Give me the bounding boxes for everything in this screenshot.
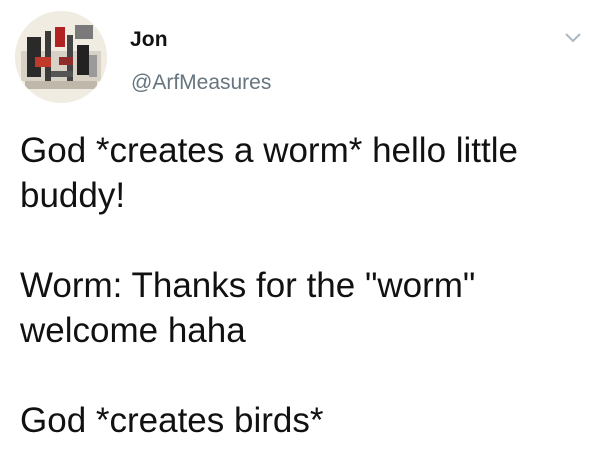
tweet-paragraph: God *creates a worm* hello little buddy!: [20, 131, 518, 215]
avatar-photo-icon: [15, 11, 107, 103]
tweet-menu-button[interactable]: [562, 28, 584, 46]
tweet-text: God *creates a worm* hello little buddy!…: [20, 128, 580, 443]
tweet-paragraph: Worm: Thanks for the "worm" welcome haha: [20, 266, 476, 350]
author-display-name[interactable]: Jon: [130, 28, 168, 52]
avatar[interactable]: [15, 11, 107, 103]
author-handle[interactable]: @ArfMeasures: [131, 71, 271, 95]
tweet-paragraph: God *creates birds*: [20, 401, 324, 440]
tweet-card: Jon @ArfMeasures God *creates a worm* he…: [0, 0, 600, 459]
chevron-down-icon: [565, 33, 581, 43]
